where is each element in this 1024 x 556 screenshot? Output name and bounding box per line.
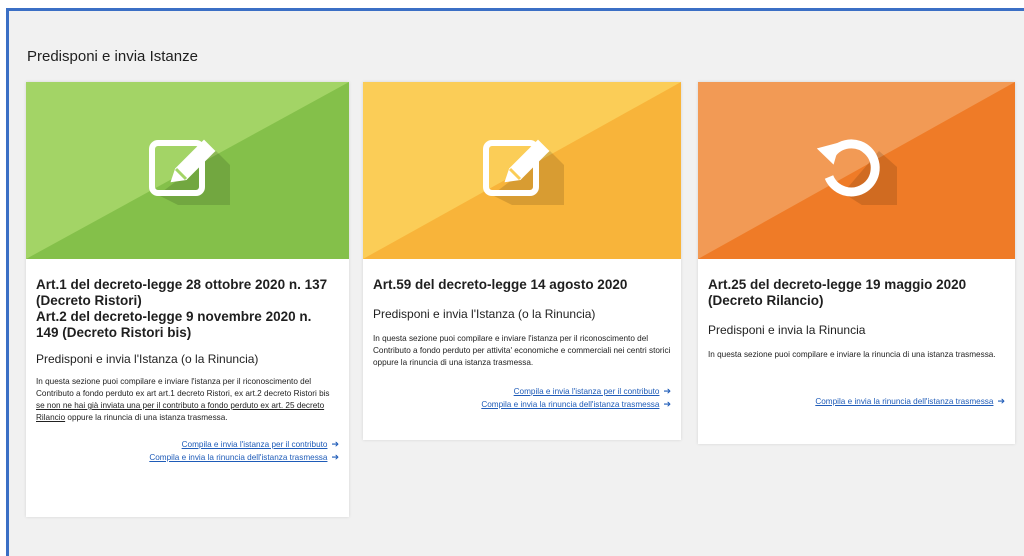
card-links: Compila e invia l'istanza per il contrib… — [363, 385, 681, 411]
card-description: In questa sezione puoi compilare e invia… — [36, 376, 339, 424]
card-ristori: Art.1 del decreto-legge 28 ottobre 2020 … — [26, 82, 349, 517]
undo-icon[interactable] — [816, 137, 897, 205]
edit-icon[interactable] — [146, 137, 230, 205]
card-hero — [698, 82, 1015, 259]
arrow-right-icon: ➔ — [331, 452, 339, 462]
card-subtitle: Predisponi e invia la Rinuncia — [708, 323, 866, 337]
card-hero — [363, 82, 681, 259]
card-hero — [26, 82, 349, 259]
arrow-right-icon: ➔ — [663, 386, 671, 396]
card-title: Art.1 del decreto-legge 28 ottobre 2020 … — [36, 277, 328, 340]
link-submit-application[interactable]: Compila e invia l'istanza per il contrib… — [363, 385, 671, 398]
link-submit-renunciation[interactable]: Compila e invia la rinuncia dell'istanza… — [363, 398, 671, 411]
card-subtitle: Predisponi e invia l'Istanza (o la Rinun… — [36, 352, 259, 366]
card-title: Art.25 del decreto-legge 19 maggio 2020 … — [708, 277, 967, 308]
card-title: Art.59 del decreto-legge 14 agosto 2020 — [373, 277, 628, 292]
arrow-right-icon: ➔ — [663, 399, 671, 409]
card-description: In questa sezione puoi compilare e invia… — [373, 334, 671, 367]
link-submit-renunciation[interactable]: Compila e invia la rinuncia dell'istanza… — [698, 395, 1005, 408]
link-submit-application[interactable]: Compila e invia l'istanza per il contrib… — [26, 438, 339, 451]
card-links: Compila e invia l'istanza per il contrib… — [26, 438, 349, 464]
desc-text-end: oppure la rinuncia di una istanza trasme… — [65, 413, 228, 422]
main-panel: Predisponi e invia Istanze Art.1 del dec… — [6, 8, 1024, 556]
link-submit-renunciation[interactable]: Compila e invia la rinuncia dell'istanza… — [26, 451, 339, 464]
card-rilancio: Art.25 del decreto-legge 19 maggio 2020 … — [698, 82, 1015, 444]
section-title: Predisponi e invia Istanze — [27, 48, 198, 65]
arrow-right-icon: ➔ — [331, 439, 339, 449]
card-links: Compila e invia la rinuncia dell'istanza… — [698, 395, 1015, 408]
arrow-right-icon: ➔ — [997, 396, 1005, 406]
card-centri-storici: Art.59 del decreto-legge 14 agosto 2020 … — [363, 82, 681, 440]
card-description: In questa sezione puoi compilare e invia… — [708, 350, 996, 359]
edit-icon[interactable] — [480, 137, 564, 205]
desc-text: In questa sezione puoi compilare e invia… — [36, 377, 330, 398]
card-subtitle: Predisponi e invia l'Istanza (o la Rinun… — [373, 307, 596, 321]
